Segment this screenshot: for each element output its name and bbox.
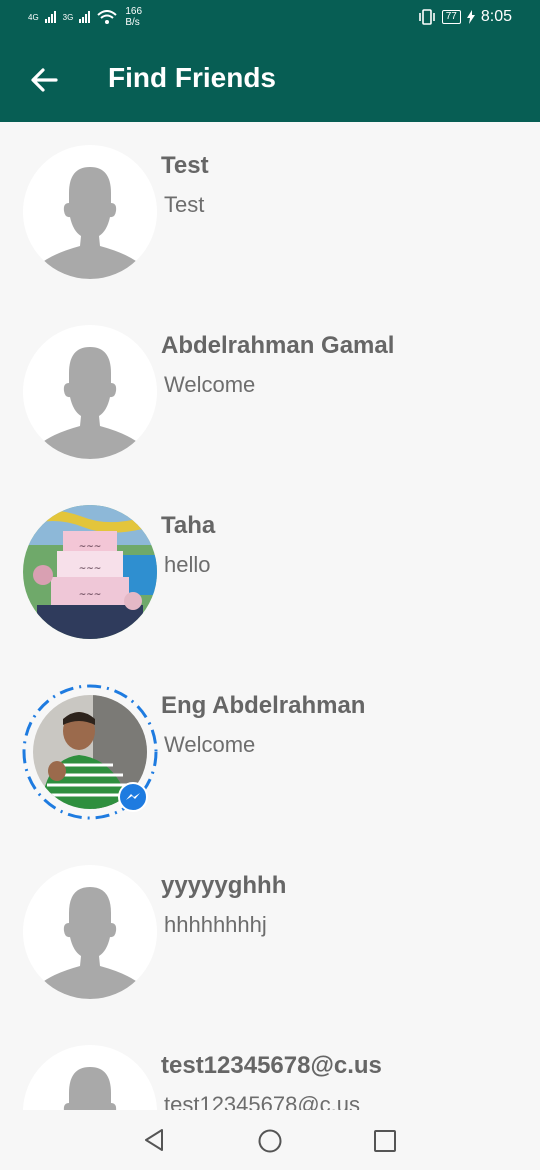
back-triangle-icon[interactable] xyxy=(142,1128,166,1152)
recents-square-icon[interactable] xyxy=(373,1129,397,1153)
charging-icon xyxy=(466,10,475,24)
friend-name: Test xyxy=(161,152,209,179)
arrow-back-icon xyxy=(31,68,58,92)
default-avatar-icon xyxy=(23,865,157,999)
friends-list[interactable]: Test Test Abdelrahman Gamal Welcome ~~~ xyxy=(0,122,540,1110)
home-circle-icon[interactable] xyxy=(257,1128,283,1154)
list-item[interactable]: ~~~ ~~~ ~~~ Taha hello xyxy=(0,482,540,662)
friend-status: hello xyxy=(164,552,211,577)
friend-name: Taha xyxy=(161,512,216,539)
list-item[interactable]: yyyyyghhh hhhhhhhhj xyxy=(0,842,540,1022)
cake-photo-icon: ~~~ ~~~ ~~~ xyxy=(23,505,157,639)
list-item[interactable]: Eng Abdelrahman Welcome xyxy=(0,662,540,842)
default-avatar-icon xyxy=(23,325,157,459)
messenger-badge xyxy=(118,782,148,812)
app-bar: Find Friends xyxy=(0,38,540,122)
clock: 8:05 xyxy=(480,8,512,25)
friend-status: test12345678@c.us xyxy=(164,1092,361,1110)
messenger-icon xyxy=(126,793,140,800)
list-item[interactable]: test12345678@c.us test12345678@c.us xyxy=(0,1022,540,1110)
friend-status: Welcome xyxy=(164,372,256,397)
vibrate-icon xyxy=(418,9,435,25)
network-label-1: 4G xyxy=(28,12,39,22)
avatar[interactable] xyxy=(23,145,157,279)
back-button[interactable] xyxy=(26,62,62,98)
svg-text:~~~: ~~~ xyxy=(79,590,102,600)
friend-name: yyyyyghhh xyxy=(161,872,287,899)
battery-level: 77 xyxy=(441,10,461,24)
default-avatar-icon xyxy=(23,145,157,279)
friend-status: Test xyxy=(164,192,205,217)
signal-icon xyxy=(44,11,56,23)
friend-name: Eng Abdelrahman xyxy=(161,692,366,719)
page-title: Find Friends xyxy=(108,62,276,93)
friend-name: Abdelrahman Gamal xyxy=(161,332,395,359)
friend-name: test12345678@c.us xyxy=(161,1052,382,1079)
friend-status: hhhhhhhhj xyxy=(164,912,267,937)
svg-text:~~~: ~~~ xyxy=(79,564,102,574)
wifi-icon xyxy=(97,10,118,24)
default-avatar-icon xyxy=(23,1045,157,1110)
avatar[interactable] xyxy=(23,865,157,999)
avatar[interactable] xyxy=(23,325,157,459)
avatar[interactable]: ~~~ ~~~ ~~~ xyxy=(23,505,157,639)
status-bar: 4G 3G 166 B/s 77 8:05 xyxy=(0,0,540,38)
avatar[interactable] xyxy=(23,1045,157,1110)
svg-text:~~~: ~~~ xyxy=(79,542,102,552)
network-speed: 166 B/s xyxy=(125,6,143,28)
list-item[interactable]: Abdelrahman Gamal Welcome xyxy=(0,302,540,482)
signal-icon xyxy=(79,11,91,23)
list-item[interactable]: Test Test xyxy=(0,122,540,302)
navigation-bar xyxy=(0,1110,540,1170)
network-label-2: 3G xyxy=(62,12,74,22)
friend-status: Welcome xyxy=(164,732,256,757)
